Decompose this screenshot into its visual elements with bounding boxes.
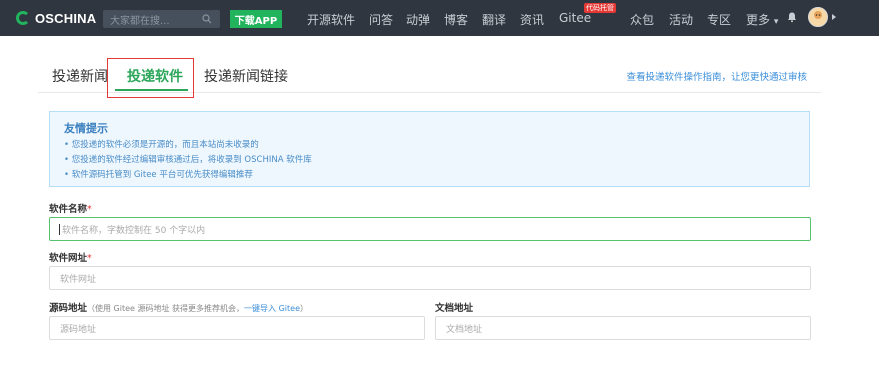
text-caret	[59, 223, 60, 235]
source-url-label: 源码地址（使用 Gitee 源码地址 获得更多推荐机会，一键导入 Gitee）	[49, 300, 308, 314]
tab-submit-news[interactable]: 投递新闻	[52, 66, 108, 86]
software-url-label: 软件网址*	[49, 250, 92, 264]
nav-blog[interactable]: 博客	[444, 11, 468, 28]
nav-tweet[interactable]: 动弹	[406, 11, 430, 28]
tips-item: • 软件源码托管到 Gitee 平台可优先获得编辑推荐	[64, 170, 253, 180]
user-avatar[interactable]	[808, 7, 828, 27]
tips-item: • 您投递的软件必须是开源的，而且本站尚未收录的	[64, 140, 259, 150]
source-url-label-text: 源码地址	[49, 303, 88, 314]
required-mark: *	[87, 253, 92, 264]
doc-url-placeholder: 文档地址	[446, 324, 483, 335]
nav-more-label: 更多	[746, 13, 771, 27]
tab-highlight-box	[107, 58, 194, 98]
import-gitee-link[interactable]: 一键导入 Gitee	[244, 304, 300, 313]
source-url-field[interactable]: 源码地址	[49, 316, 425, 340]
nav-events[interactable]: 活动	[669, 11, 693, 28]
oschina-logo[interactable]: OSCHINA	[16, 0, 96, 36]
tab-submit-news-link[interactable]: 投递新闻链接	[204, 66, 288, 86]
download-app-button[interactable]: 下载APP	[230, 10, 282, 28]
nav-gitee[interactable]: Gitee	[559, 11, 591, 25]
required-mark: *	[87, 204, 92, 215]
software-name-field[interactable]: 软件名称，字数控制在 50 个字以内	[49, 217, 811, 241]
oschina-logo-icon	[16, 11, 30, 25]
software-url-label-text: 软件网址	[49, 253, 88, 264]
tips-title: 友情提示	[64, 122, 108, 135]
software-url-placeholder: 软件网址	[60, 274, 97, 285]
source-url-hint-end: ）	[300, 304, 308, 313]
logo-text: OSCHINA	[35, 10, 97, 26]
search-box[interactable]: 大家都在搜...	[103, 10, 220, 28]
software-name-label: 软件名称*	[49, 201, 92, 215]
nav-news[interactable]: 资讯	[520, 11, 544, 28]
search-icon[interactable]	[200, 12, 214, 26]
search-input[interactable]: 大家都在搜...	[110, 12, 200, 27]
tips-box: 友情提示 • 您投递的软件必须是开源的，而且本站尚未收录的 • 您投递的软件经过…	[49, 111, 810, 187]
nav-zones[interactable]: 专区	[707, 11, 731, 28]
software-name-label-text: 软件名称	[49, 204, 88, 215]
nav-open-source[interactable]: 开源软件	[307, 11, 355, 28]
avatar-caret-icon[interactable]	[832, 14, 836, 20]
nav-qa[interactable]: 问答	[369, 11, 393, 28]
tab-bar: 投递新闻 投递软件 投递新闻链接 查看投递软件操作指南，让您更快通过审核	[38, 44, 821, 98]
guide-link[interactable]: 查看投递软件操作指南，让您更快通过审核	[626, 69, 807, 83]
doc-url-field[interactable]: 文档地址	[435, 316, 811, 340]
nav-crowdsource[interactable]: 众包	[630, 11, 654, 28]
doc-url-label: 文档地址	[435, 303, 474, 314]
nav-translate[interactable]: 翻译	[482, 11, 506, 28]
software-name-placeholder: 软件名称，字数控制在 50 个字以内	[62, 225, 206, 236]
chevron-down-icon: ▾	[773, 17, 779, 27]
source-url-placeholder: 源码地址	[60, 324, 97, 335]
tips-item: • 您投递的软件经过编辑审核通过后，将收录到 OSCHINA 软件库	[64, 155, 312, 165]
bell-icon[interactable]	[786, 11, 798, 23]
top-navbar: OSCHINA 大家都在搜... 下载APP 开源软件 问答 动弹 博客 翻译 …	[0, 0, 879, 36]
software-url-field[interactable]: 软件网址	[49, 266, 811, 290]
source-url-hint: （使用 Gitee 源码地址 获得更多推荐机会，	[87, 304, 245, 313]
submit-card: 投递新闻 投递软件 投递新闻链接 查看投递软件操作指南，让您更快通过审核 友情提…	[38, 44, 821, 370]
gitee-badge: 代码托管	[584, 3, 616, 13]
nav-more[interactable]: 更多 ▾	[746, 11, 778, 28]
